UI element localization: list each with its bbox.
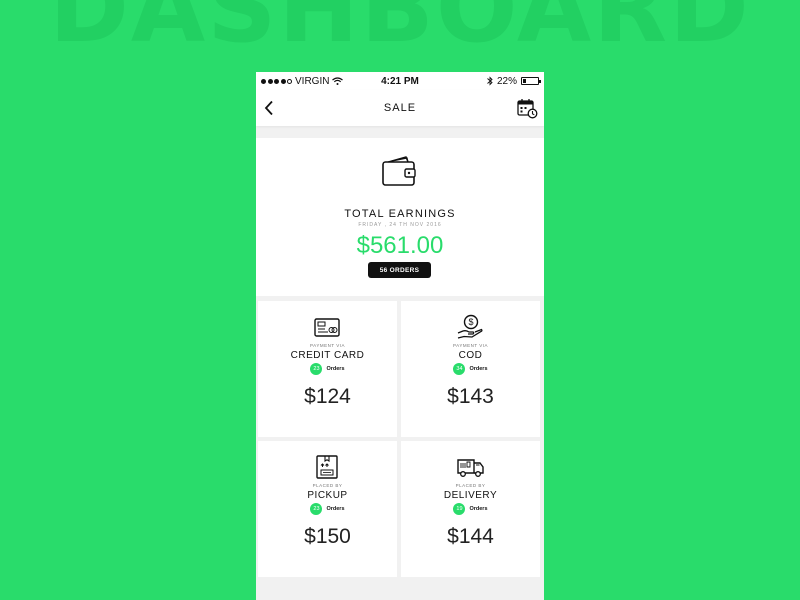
pickup-tile[interactable]: PLACED BY PICKUP 23 Orders $150 — [258, 441, 397, 577]
tile-label: PICKUP — [307, 490, 348, 501]
chevron-left-icon — [264, 100, 273, 116]
phone-screen: VIRGIN 4:21 PM 22% SALE TOTAL EARNINGS F… — [256, 72, 544, 600]
battery-percent: 22% — [496, 75, 517, 87]
tile-orders: 19 Orders — [401, 503, 540, 515]
tile-caption: PLACED BY — [455, 483, 486, 488]
orders-word: Orders — [469, 366, 488, 372]
orders-count-badge: 19 — [453, 503, 466, 515]
orders-word: Orders — [469, 506, 488, 512]
credit-card-tile[interactable]: PAYMENT VIA CREDIT CARD 23 Orders $124 — [258, 301, 397, 437]
cash-hand-icon: $ — [457, 314, 483, 339]
tile-amount: $144 — [447, 525, 494, 548]
orders-word: Orders — [326, 506, 345, 512]
calendar-button[interactable] — [516, 97, 538, 119]
tile-orders: 23 Orders — [258, 363, 397, 375]
earnings-date: FRIDAY , 24 TH NOV 2016 — [358, 222, 442, 228]
tile-label: COD — [458, 350, 483, 361]
orders-count-badge: 34 — [453, 363, 466, 375]
background-title: DASHBOARD — [49, 0, 751, 64]
battery-icon — [521, 77, 541, 85]
total-earnings-card: TOTAL EARNINGS FRIDAY , 24 TH NOV 2016 $… — [256, 138, 544, 296]
orders-count-badge: 23 — [310, 363, 323, 375]
earnings-amount: $561.00 — [356, 232, 444, 259]
tile-label: CREDIT CARD — [290, 350, 365, 361]
tile-orders: 23 Orders — [258, 503, 397, 515]
svg-text:$: $ — [468, 317, 473, 327]
wifi-icon — [332, 77, 344, 85]
carrier-name: VIRGIN — [295, 75, 330, 87]
bluetooth-icon — [487, 76, 493, 86]
tile-label: DELIVERY — [443, 490, 498, 501]
tile-amount: $150 — [304, 525, 351, 548]
tile-amount: $143 — [447, 385, 494, 408]
back-button[interactable] — [264, 99, 280, 117]
cod-tile[interactable]: $ PAYMENT VIA COD 34 Orders $143 — [401, 301, 540, 437]
signal-strength-icon — [261, 78, 292, 84]
tile-caption: PAYMENT VIA — [452, 343, 488, 348]
delivery-truck-icon — [457, 459, 484, 477]
wallet-icon — [382, 156, 416, 186]
package-box-icon — [316, 455, 338, 479]
calendar-clock-icon — [517, 99, 538, 119]
status-bar: VIRGIN 4:21 PM 22% — [256, 72, 544, 90]
earnings-title: TOTAL EARNINGS — [344, 208, 456, 220]
orders-word: Orders — [326, 366, 345, 372]
tile-amount: $124 — [304, 385, 351, 408]
delivery-tile[interactable]: PLACED BY DELIVERY 19 Orders $144 — [401, 441, 540, 577]
nav-bar: SALE — [256, 90, 544, 126]
tile-caption: PAYMENT VIA — [309, 343, 345, 348]
tile-caption: PLACED BY — [312, 483, 343, 488]
page-title: SALE — [383, 102, 417, 114]
orders-count-badge: 23 — [310, 503, 323, 515]
tile-orders: 34 Orders — [401, 363, 540, 375]
credit-card-icon — [314, 318, 340, 337]
total-orders-button[interactable]: 56 ORDERS — [368, 262, 431, 278]
